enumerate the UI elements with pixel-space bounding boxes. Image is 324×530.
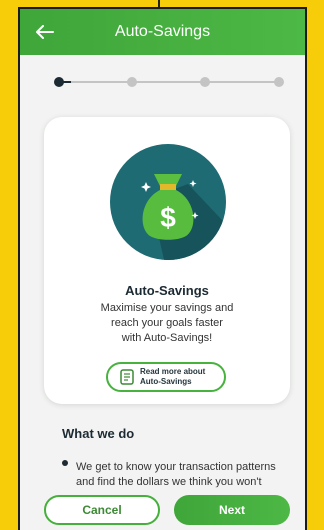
card-description: Maximise your savings and reach your goa… — [100, 302, 234, 344]
app-header: Auto-Savings — [20, 9, 305, 55]
money-bag-dollar-icon: $ — [110, 144, 226, 260]
cancel-button[interactable]: Cancel — [44, 495, 160, 525]
document-icon — [120, 369, 134, 385]
read-more-label: Read more about Auto-Savings — [140, 367, 206, 386]
step-dot-4 — [274, 77, 284, 87]
progress-stepper — [54, 75, 284, 89]
page-title: Auto-Savings — [114, 23, 211, 40]
list-item: We get to know your transaction patterns… — [76, 461, 276, 488]
app-screen: Auto-Savings $ Auto-Savings Maximise you… — [18, 7, 307, 530]
svg-text:$: $ — [160, 202, 176, 233]
section-heading: What we do — [62, 426, 135, 441]
step-dot-1 — [54, 77, 64, 87]
info-card: $ Auto-Savings Maximise your savings and… — [44, 117, 290, 404]
next-button[interactable]: Next — [174, 495, 290, 525]
step-dot-3 — [200, 77, 210, 87]
stepper-line — [71, 81, 279, 83]
card-title: Auto-Savings — [125, 283, 209, 298]
bullet-dot — [62, 460, 68, 466]
arrow-left-icon — [36, 25, 54, 39]
step-dot-2 — [127, 77, 137, 87]
back-button[interactable] — [32, 20, 58, 44]
top-edge-marker — [158, 0, 160, 7]
read-more-button[interactable]: Read more about Auto-Savings — [106, 362, 226, 392]
